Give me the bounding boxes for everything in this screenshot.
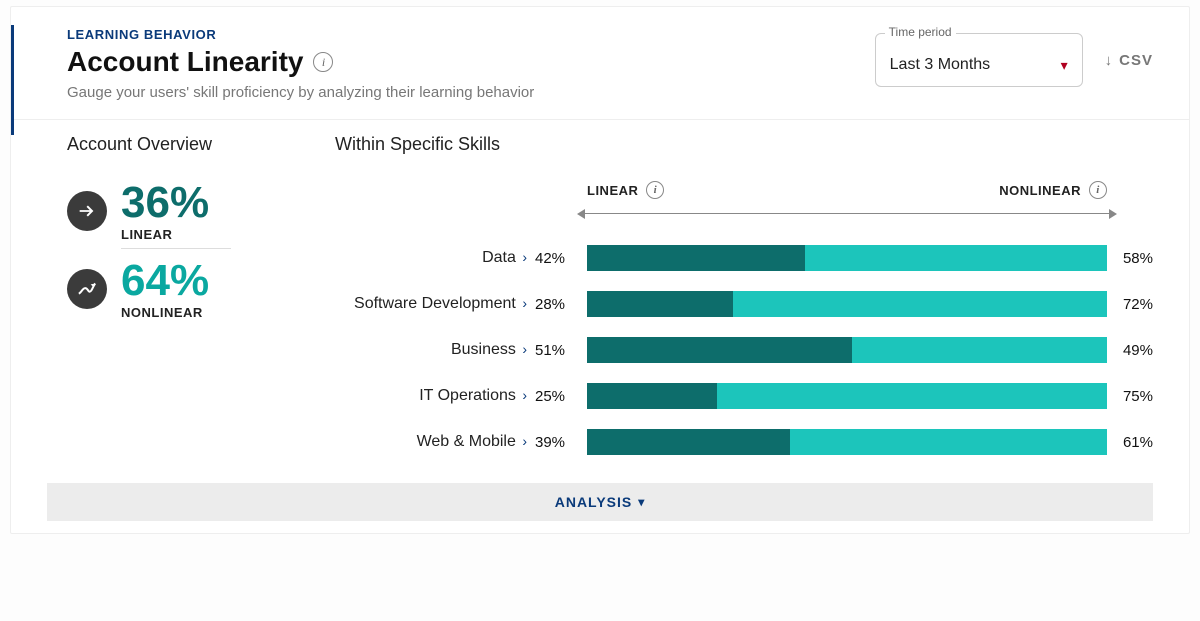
skill-nonlinear-pct: 49% [1107, 342, 1153, 359]
chevron-right-icon: › [522, 295, 527, 311]
bar-nonlinear [733, 291, 1107, 317]
bar-nonlinear [805, 245, 1107, 271]
analysis-toggle[interactable]: ANALYSIS ▾ [47, 483, 1153, 521]
header-right: Time period Last 3 Months ▾ ↓ CSV [875, 27, 1153, 87]
skills-title: Within Specific Skills [335, 134, 1153, 155]
header-left: LEARNING BEHAVIOR Account Linearity i Ga… [67, 27, 875, 101]
time-period-value: Last 3 Months [890, 56, 991, 74]
bar-linear [587, 429, 790, 455]
overview-nonlinear-label: NONLINEAR [121, 305, 209, 320]
overview-linear-pct: 36% [121, 181, 209, 225]
skill-name-label: IT Operations [419, 387, 516, 404]
download-icon: ↓ [1105, 52, 1114, 69]
skill-name-label: Data [482, 249, 516, 266]
skill-bar [587, 245, 1107, 271]
skill-row: IT Operations ›25%75% [335, 373, 1153, 419]
skill-bar [587, 429, 1107, 455]
skill-bar [587, 383, 1107, 409]
chevron-down-icon: ▾ [638, 495, 645, 509]
skill-name-label: Business [451, 341, 516, 358]
trend-up-icon [67, 269, 107, 309]
body: Account Overview 36% LINEAR 64% NONLINEA… [11, 120, 1189, 473]
time-period-legend: Time period [885, 25, 956, 39]
info-icon[interactable]: i [646, 181, 664, 199]
skills-header: LINEAR i NONLINEAR i [335, 181, 1153, 199]
skill-nonlinear-pct: 61% [1107, 434, 1153, 451]
chevron-right-icon: › [522, 341, 527, 357]
bar-nonlinear [717, 383, 1107, 409]
axis-wrap [335, 201, 1153, 219]
skill-nonlinear-pct: 75% [1107, 388, 1153, 405]
csv-label: CSV [1119, 52, 1153, 69]
title-row: Account Linearity i [67, 46, 875, 78]
skill-row: Business ›51%49% [335, 327, 1153, 373]
bar-linear [587, 245, 805, 271]
skill-name-link[interactable]: Data › [335, 249, 535, 267]
subtitle: Gauge your users' skill proficiency by a… [67, 84, 875, 101]
bar-linear [587, 291, 733, 317]
range-axis [583, 213, 1111, 214]
nonlinear-header: NONLINEAR i [999, 181, 1107, 199]
skill-bar [587, 291, 1107, 317]
overview-nonlinear-text: 64% NONLINEAR [121, 259, 209, 320]
overview-linear-row: 36% LINEAR [67, 181, 335, 242]
eyebrow: LEARNING BEHAVIOR [67, 27, 875, 42]
export-csv-button[interactable]: ↓ CSV [1105, 52, 1153, 69]
header: LEARNING BEHAVIOR Account Linearity i Ga… [11, 7, 1189, 120]
bar-linear [587, 383, 717, 409]
page-title: Account Linearity [67, 46, 303, 78]
linear-header-label: LINEAR [587, 183, 638, 198]
time-period-select[interactable]: Last 3 Months ▾ [875, 33, 1083, 87]
chevron-right-icon: › [522, 433, 527, 449]
info-icon[interactable]: i [313, 52, 333, 72]
skills-list: Data ›42%58%Software Development ›28%72%… [335, 235, 1153, 465]
accent-bar [11, 25, 14, 135]
skill-name-link[interactable]: IT Operations › [335, 387, 535, 405]
linear-header: LINEAR i [587, 181, 664, 199]
skill-row: Web & Mobile ›39%61% [335, 419, 1153, 465]
overview-divider [121, 248, 231, 249]
skill-linear-pct: 51% [535, 342, 587, 359]
skill-linear-pct: 42% [535, 250, 587, 267]
overview-linear-text: 36% LINEAR [121, 181, 209, 242]
overview-column: Account Overview 36% LINEAR 64% NONLINEA… [67, 134, 335, 465]
skill-name-link[interactable]: Web & Mobile › [335, 433, 535, 451]
skill-nonlinear-pct: 72% [1107, 296, 1153, 313]
info-icon[interactable]: i [1089, 181, 1107, 199]
chevron-right-icon: › [522, 387, 527, 403]
skill-linear-pct: 39% [535, 434, 587, 451]
skill-name-label: Software Development [354, 295, 516, 312]
overview-nonlinear-row: 64% NONLINEAR [67, 259, 335, 320]
skill-name-label: Web & Mobile [417, 433, 516, 450]
arrow-right-icon [67, 191, 107, 231]
skill-row: Data ›42%58% [335, 235, 1153, 281]
overview-linear-label: LINEAR [121, 227, 209, 242]
bar-nonlinear [852, 337, 1107, 363]
skill-linear-pct: 28% [535, 296, 587, 313]
skills-column: Within Specific Skills LINEAR i NONLINEA… [335, 134, 1153, 465]
overview-title: Account Overview [67, 134, 335, 155]
analysis-label: ANALYSIS [555, 494, 633, 510]
skill-name-link[interactable]: Software Development › [335, 295, 535, 313]
time-period-field: Time period Last 3 Months ▾ [875, 33, 1083, 87]
bar-linear [587, 337, 852, 363]
chevron-down-icon: ▾ [1061, 57, 1068, 74]
account-linearity-card: LEARNING BEHAVIOR Account Linearity i Ga… [10, 6, 1190, 534]
nonlinear-header-label: NONLINEAR [999, 183, 1081, 198]
overview-nonlinear-pct: 64% [121, 259, 209, 303]
skill-linear-pct: 25% [535, 388, 587, 405]
bar-nonlinear [790, 429, 1107, 455]
chevron-right-icon: › [522, 249, 527, 265]
skill-bar [587, 337, 1107, 363]
skill-name-link[interactable]: Business › [335, 341, 535, 359]
skill-row: Software Development ›28%72% [335, 281, 1153, 327]
skill-nonlinear-pct: 58% [1107, 250, 1153, 267]
